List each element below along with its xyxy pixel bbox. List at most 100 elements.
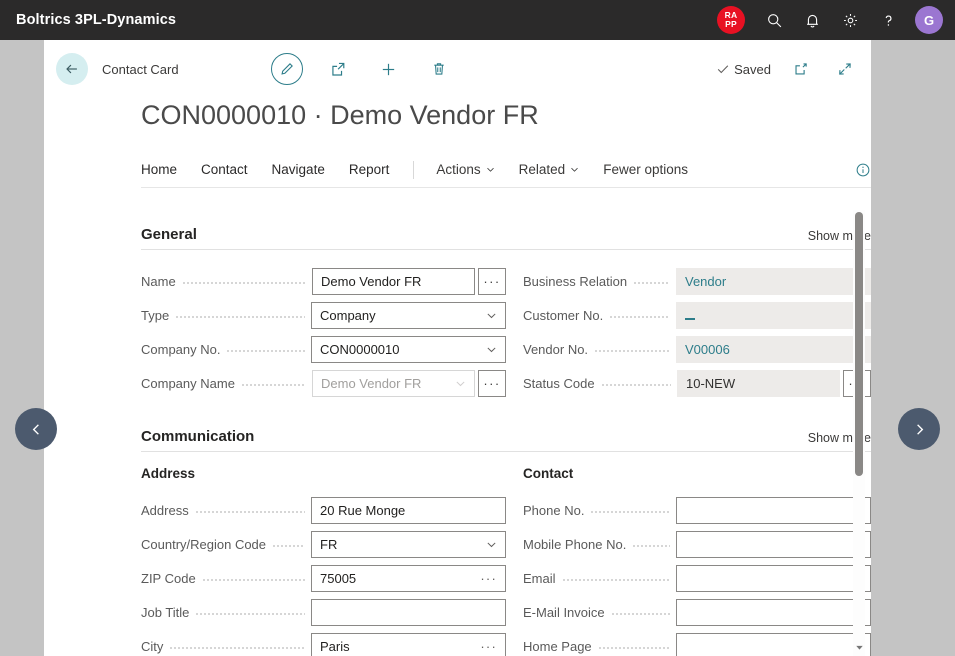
field-country-region-code-select[interactable]: FR bbox=[311, 530, 506, 558]
empty-link-dash bbox=[685, 310, 695, 320]
field-email-input[interactable] bbox=[676, 564, 871, 592]
field-name-lookup-button[interactable]: ··· bbox=[478, 267, 506, 295]
leader-dots bbox=[590, 503, 670, 517]
scroll-down-arrow-icon[interactable] bbox=[854, 642, 864, 652]
leader-dots bbox=[632, 537, 670, 551]
field-business-relation-label: Business Relation bbox=[523, 273, 628, 289]
ribbon-item-navigate[interactable]: Navigate bbox=[272, 162, 325, 177]
leader-dots bbox=[175, 308, 305, 322]
ribbon-item-home[interactable]: Home bbox=[141, 162, 177, 177]
chevron-down-icon bbox=[480, 539, 497, 550]
field-business-relation-value[interactable]: Vendor bbox=[676, 267, 871, 295]
field-type-select[interactable]: Company bbox=[311, 301, 506, 329]
field-company-name-lookup-button[interactable]: ··· bbox=[478, 369, 506, 397]
field-job-title-label: Job Title bbox=[141, 604, 190, 620]
field-customer-no-value[interactable] bbox=[676, 301, 871, 329]
leader-dots bbox=[194, 503, 305, 517]
collapse-icon[interactable] bbox=[831, 55, 859, 83]
app-header-actions: RA PP G bbox=[717, 3, 955, 37]
field-vendor-no-label: Vendor No. bbox=[523, 341, 589, 357]
contact-card: Contact Card Saved CON0000010 · Demo Ven… bbox=[44, 40, 871, 656]
gear-icon[interactable] bbox=[833, 3, 867, 37]
command-bar-status: Saved bbox=[716, 55, 863, 83]
field-type: Type Company bbox=[141, 298, 506, 332]
ribbon-divider bbox=[413, 160, 415, 179]
field-phone-no-input[interactable] bbox=[676, 496, 871, 524]
field-customer-no: Customer No. bbox=[523, 298, 871, 332]
general-section-title: General bbox=[141, 226, 197, 243]
field-business-relation: Business Relation Vendor bbox=[523, 264, 871, 298]
leader-dots bbox=[181, 274, 306, 288]
field-company-name-select: Demo Vendor FR bbox=[312, 369, 475, 397]
field-vendor-no-value[interactable]: V00006 bbox=[676, 335, 871, 363]
breadcrumb[interactable]: Contact Card bbox=[102, 62, 179, 77]
next-record-button[interactable] bbox=[898, 408, 940, 450]
field-city-input[interactable]: Paris ··· bbox=[311, 632, 506, 656]
field-city-lookup-icon[interactable]: ··· bbox=[474, 639, 497, 654]
ribbon-item-report[interactable]: Report bbox=[349, 162, 390, 177]
general-section-body: Name Demo Vendor FR ··· Type Company Com… bbox=[141, 264, 871, 400]
leader-dots bbox=[600, 376, 671, 390]
address-group: Address Address 20 Rue Monge Country/Reg… bbox=[141, 466, 506, 656]
leader-dots bbox=[201, 571, 305, 585]
search-icon[interactable] bbox=[757, 3, 791, 37]
field-status-code-value[interactable]: 10-NEW bbox=[677, 369, 840, 397]
field-name-input[interactable]: Demo Vendor FR bbox=[312, 267, 475, 295]
field-zip-code-lookup-icon[interactable]: ··· bbox=[474, 571, 497, 586]
field-company-no-select[interactable]: CON0000010 bbox=[311, 335, 506, 363]
field-job-title-input[interactable] bbox=[311, 598, 506, 626]
ribbon-item-actions-label: Actions bbox=[436, 162, 481, 177]
notification-bell-icon[interactable] bbox=[795, 3, 829, 37]
open-in-new-window-icon[interactable] bbox=[787, 55, 815, 83]
delete-trash-icon[interactable] bbox=[425, 55, 453, 83]
edit-pencil-icon[interactable] bbox=[270, 53, 303, 85]
field-zip-code: ZIP Code 75005 ··· bbox=[141, 561, 506, 595]
info-icon[interactable] bbox=[855, 162, 871, 178]
back-button[interactable] bbox=[56, 53, 88, 85]
ribbon-item-fewer-options[interactable]: Fewer options bbox=[603, 162, 688, 177]
ribbon-item-fewer-options-label: Fewer options bbox=[603, 162, 688, 177]
scrollbar-thumb[interactable] bbox=[855, 212, 863, 476]
previous-record-button[interactable] bbox=[15, 408, 57, 450]
share-icon[interactable] bbox=[325, 55, 353, 83]
leader-dots bbox=[597, 639, 670, 653]
app-header: Boltrics 3PL-Dynamics RA PP G bbox=[0, 0, 955, 40]
field-email-invoice-label: E-Mail Invoice bbox=[523, 604, 605, 620]
field-zip-code-input[interactable]: 75005 ··· bbox=[311, 564, 506, 592]
leader-dots bbox=[169, 639, 305, 653]
ribbon-item-contact[interactable]: Contact bbox=[201, 162, 248, 177]
help-icon[interactable] bbox=[871, 3, 905, 37]
vertical-scrollbar[interactable] bbox=[853, 210, 865, 656]
ribbon-item-actions[interactable]: Actions bbox=[436, 162, 494, 177]
field-company-no: Company No. CON0000010 bbox=[141, 332, 506, 366]
field-country-region-code-label: Country/Region Code bbox=[141, 536, 267, 552]
new-plus-icon[interactable] bbox=[375, 55, 403, 83]
field-email-invoice-input[interactable] bbox=[676, 598, 871, 626]
field-mobile-phone-no-input[interactable] bbox=[676, 530, 871, 558]
field-mobile-phone-no: Mobile Phone No. bbox=[523, 527, 871, 561]
contact-group: Contact Phone No. Mobile Phone No. Email… bbox=[506, 466, 871, 656]
field-address: Address 20 Rue Monge bbox=[141, 493, 506, 527]
field-email: Email bbox=[523, 561, 871, 595]
general-left-column: Name Demo Vendor FR ··· Type Company Com… bbox=[141, 264, 506, 400]
avatar[interactable]: G bbox=[915, 6, 943, 34]
general-right-column: Business Relation Vendor Customer No. Ve… bbox=[506, 264, 871, 400]
field-zip-code-label: ZIP Code bbox=[141, 570, 196, 586]
leader-dots bbox=[633, 274, 670, 288]
field-phone-no-label: Phone No. bbox=[523, 502, 585, 518]
address-group-title: Address bbox=[141, 466, 196, 481]
field-company-name: Company Name Demo Vendor FR ··· bbox=[141, 366, 506, 400]
field-home-page-input[interactable] bbox=[676, 632, 871, 656]
field-home-page: Home Page bbox=[523, 629, 871, 656]
chevron-down-icon bbox=[449, 378, 466, 389]
field-address-input[interactable]: 20 Rue Monge bbox=[311, 496, 506, 524]
environment-badge-line2: PP bbox=[725, 19, 737, 29]
chevron-down-icon bbox=[480, 344, 497, 355]
environment-badge[interactable]: RA PP bbox=[717, 6, 745, 34]
page-title: CON0000010 · Demo Vendor FR bbox=[141, 100, 539, 130]
field-phone-no: Phone No. bbox=[523, 493, 871, 527]
ribbon-item-related[interactable]: Related bbox=[519, 162, 580, 177]
field-city-label: City bbox=[141, 638, 164, 654]
field-status-code-label: Status Code bbox=[523, 375, 595, 391]
